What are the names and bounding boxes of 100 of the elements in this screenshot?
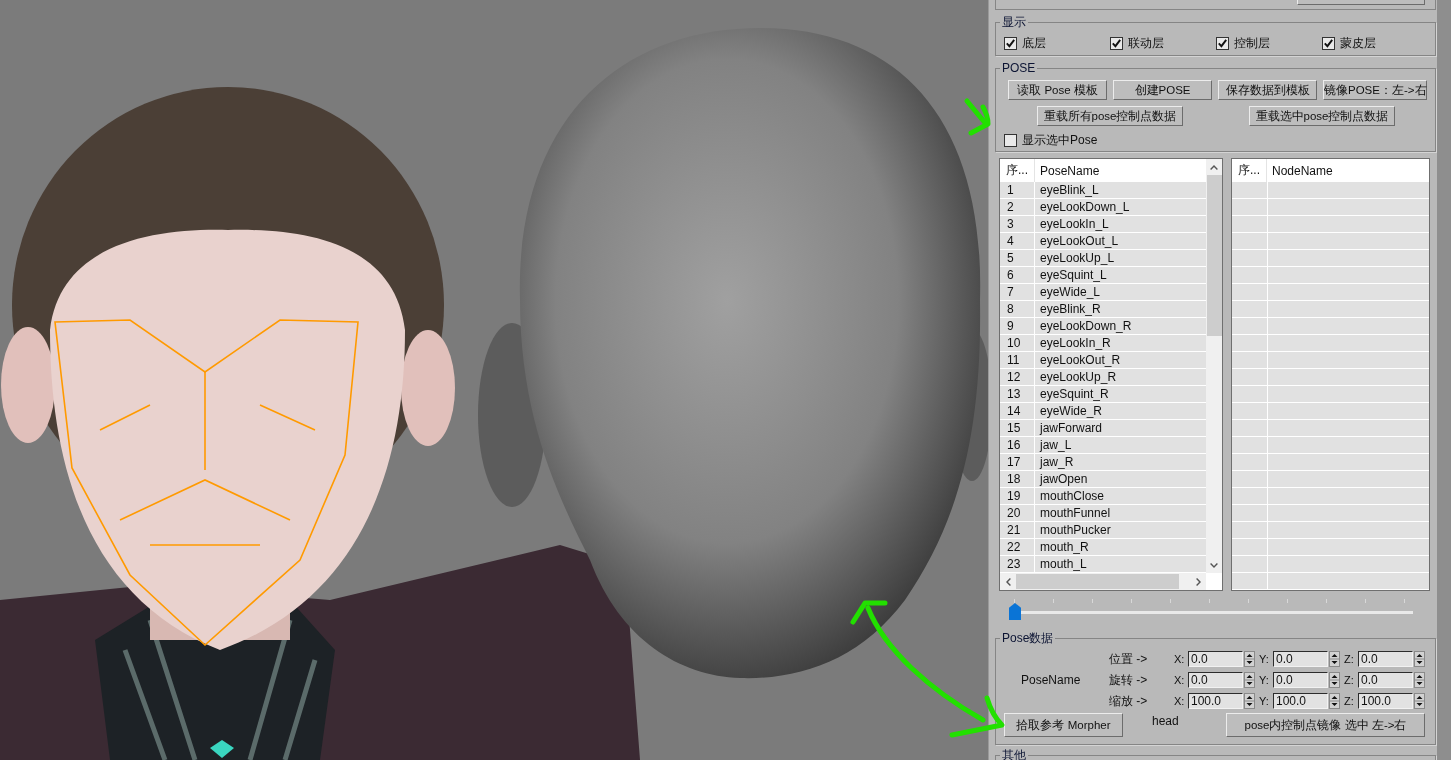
list-row[interactable]: 4 eyeLookOut_L — [1000, 233, 1206, 250]
reload-button[interactable]: 重载选中pose控制点数据 — [1249, 106, 1395, 126]
checkmark-icon — [1324, 38, 1333, 48]
number-field[interactable]: 0.0 — [1358, 651, 1413, 667]
column-header[interactable]: 序... — [1232, 159, 1267, 182]
table-cell: 7 — [1000, 284, 1035, 300]
pose-button[interactable]: 创建POSE — [1113, 80, 1212, 100]
column-header[interactable]: NodeName — [1267, 159, 1333, 182]
number-field[interactable]: 0.0 — [1188, 651, 1243, 667]
checkbox-label[interactable]: 蒙皮层 — [1340, 36, 1376, 50]
spinner-icon[interactable] — [1414, 651, 1425, 667]
transform-label: 旋转 -> — [1108, 671, 1149, 689]
table-cell: 13 — [1000, 386, 1035, 402]
table-cell: 19 — [1000, 488, 1035, 504]
list-row[interactable]: 20 mouthFunnel — [1000, 505, 1206, 522]
scrollbar-thumb[interactable] — [1206, 175, 1222, 336]
table-cell-text: eyeWide_L — [1039, 284, 1101, 300]
checkbox-label[interactable]: 显示选中Pose — [1022, 133, 1098, 147]
list-row[interactable]: 10 eyeLookIn_R — [1000, 335, 1206, 352]
cut-off-button[interactable] — [1297, 0, 1425, 5]
slider-thumb[interactable] — [1009, 603, 1021, 620]
table-cell: 12 — [1000, 369, 1035, 385]
spinner-icon[interactable] — [1329, 651, 1340, 667]
list-row[interactable]: 21 mouthPucker — [1000, 522, 1206, 539]
pick-morpher-button[interactable]: 拾取参考 Morpher — [1004, 713, 1123, 737]
axis-label: X: — [1173, 674, 1186, 686]
number-field[interactable]: 100.0 — [1273, 693, 1328, 709]
number-field[interactable]: 100.0 — [1188, 693, 1243, 709]
spinner-icon[interactable] — [1329, 693, 1340, 709]
chevron-left-icon[interactable] — [1005, 577, 1011, 586]
list-row[interactable]: 18 jawOpen — [1000, 471, 1206, 488]
table-cell: 1 — [1000, 182, 1035, 198]
list-row[interactable]: 9 eyeLookDown_R — [1000, 318, 1206, 335]
number-field[interactable]: 0.0 — [1358, 672, 1413, 688]
list-row[interactable]: 17 jaw_R — [1000, 454, 1206, 471]
table-cell-text: eyeLookDown_R — [1039, 318, 1132, 334]
table-cell: 4 — [1000, 233, 1035, 249]
spinner-icon[interactable] — [1414, 672, 1425, 688]
list-row[interactable]: 12 eyeLookUp_R — [1000, 369, 1206, 386]
spinner-icon[interactable] — [1329, 672, 1340, 688]
spinner-icon[interactable] — [1414, 693, 1425, 709]
spinner-icon[interactable] — [1244, 672, 1255, 688]
list-row[interactable]: 3 eyeLookIn_L — [1000, 216, 1206, 233]
list-row[interactable]: 1 eyeBlink_L — [1000, 182, 1206, 199]
table-cell-text: eyeSquint_R — [1039, 386, 1109, 402]
table-cell-text: eyeLookIn_L — [1039, 216, 1109, 232]
number-field[interactable]: 0.0 — [1273, 651, 1328, 667]
list-row[interactable]: 14 eyeWide_R — [1000, 403, 1206, 420]
checkbox[interactable] — [1004, 133, 1017, 147]
checkbox[interactable] — [1004, 36, 1017, 50]
table-cell: 14 — [1000, 403, 1035, 419]
chevron-down-icon[interactable] — [1210, 562, 1218, 568]
mirror-button[interactable]: pose内控制点镜像 选中 左->右 — [1226, 713, 1425, 737]
spinner-icon[interactable] — [1244, 651, 1255, 667]
list-row[interactable]: 5 eyeLookUp_L — [1000, 250, 1206, 267]
axis-label: X: — [1173, 653, 1186, 665]
table-cell: 5 — [1000, 250, 1035, 266]
pose-button[interactable]: 保存数据到模板 — [1218, 80, 1317, 100]
list-row[interactable]: 6 eyeSquint_L — [1000, 267, 1206, 284]
checkbox-label[interactable]: 联动层 — [1128, 36, 1164, 50]
list-row[interactable]: 13 eyeSquint_R — [1000, 386, 1206, 403]
table-cell-text: mouth_R — [1039, 539, 1089, 555]
checkbox-label[interactable]: 控制层 — [1234, 36, 1270, 50]
vertical-scrollbar[interactable] — [1206, 159, 1222, 573]
reload-button[interactable]: 重载所有pose控制点数据 — [1037, 106, 1183, 126]
horizontal-scrollbar[interactable] — [1000, 573, 1206, 590]
number-field[interactable]: 100.0 — [1358, 693, 1413, 709]
table-cell-text: eyeLookDown_L — [1039, 199, 1130, 215]
pose-button[interactable]: 镜像POSE：左->右 — [1323, 80, 1427, 100]
axis-label: Z: — [1343, 674, 1355, 686]
table-cell-text: eyeLookUp_L — [1039, 250, 1115, 266]
list-row[interactable]: 19 mouthClose — [1000, 488, 1206, 505]
table-cell: 15 — [1000, 420, 1035, 436]
table-cell-text: jawForward — [1038, 420, 1102, 436]
table-cell-text: eyeWide_R — [1039, 403, 1103, 419]
list-row[interactable]: 15 jawForward — [1000, 420, 1206, 437]
pose-button[interactable]: 读取 Pose 模板 — [1008, 80, 1107, 100]
table-cell-text: mouthClose — [1039, 488, 1105, 504]
column-header[interactable]: PoseName — [1035, 159, 1100, 182]
list-row[interactable]: 23 mouth_L — [1000, 556, 1206, 573]
spinner-icon[interactable] — [1244, 693, 1255, 709]
chevron-right-icon[interactable] — [1195, 577, 1201, 586]
table-cell: 20 — [1000, 505, 1035, 521]
list-row[interactable]: 16 jaw_L — [1000, 437, 1206, 454]
checkbox-label[interactable]: 底层 — [1022, 36, 1046, 50]
list-row[interactable]: 11 eyeLookOut_R — [1000, 352, 1206, 369]
table-cell-text: eyeLookOut_R — [1039, 352, 1121, 368]
list-row[interactable]: 2 eyeLookDown_L — [1000, 199, 1206, 216]
checkbox[interactable] — [1110, 36, 1123, 50]
number-field[interactable]: 0.0 — [1188, 672, 1243, 688]
number-field[interactable]: 0.0 — [1273, 672, 1328, 688]
list-row[interactable]: 22 mouth_R — [1000, 539, 1206, 556]
chevron-up-icon[interactable] — [1210, 164, 1218, 170]
checkbox[interactable] — [1216, 36, 1229, 50]
checkbox[interactable] — [1322, 36, 1335, 50]
table-cell-text: eyeLookIn_R — [1039, 335, 1111, 351]
table-cell-text: eyeLookOut_L — [1039, 233, 1119, 249]
scrollbar-thumb[interactable] — [1016, 574, 1179, 589]
list-row[interactable]: 8 eyeBlink_R — [1000, 301, 1206, 318]
list-row[interactable]: 7 eyeWide_L — [1000, 284, 1206, 301]
